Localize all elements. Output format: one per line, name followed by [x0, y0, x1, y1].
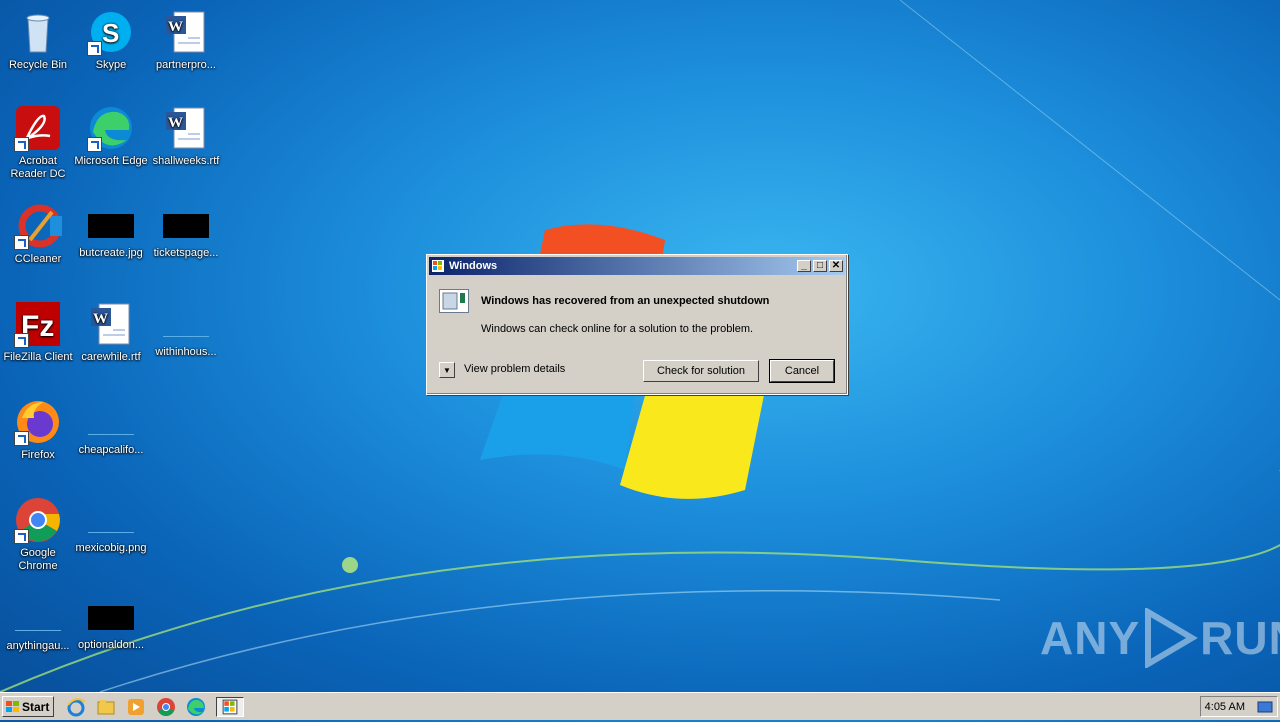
skype-icon: S — [87, 8, 135, 56]
chevron-down-icon: ▼ — [443, 365, 451, 375]
desktop-icon-label: Firefox — [21, 449, 55, 461]
word-document-icon: W — [162, 8, 210, 56]
taskbar: Start 4:05 AM — [0, 692, 1280, 720]
desktop-icon-ticketspage[interactable]: ticketspage... — [148, 202, 224, 260]
desktop-icon-mexicobig[interactable]: mexicobig.png — [73, 496, 149, 555]
desktop-icon-butcreate[interactable]: butcreate.jpg — [73, 202, 149, 260]
watermark-text-right: RUN — [1200, 612, 1280, 664]
start-label: Start — [22, 699, 50, 714]
recovery-dialog: Windows _ □ ✕ Windows has recovered from… — [426, 254, 848, 395]
desktop-icon-edge[interactable]: Microsoft Edge — [73, 104, 149, 168]
desktop-icon-label: Recycle Bin — [8, 59, 68, 71]
word-document-icon: W — [87, 300, 135, 348]
desktop-icon-chrome[interactable]: Google Chrome — [0, 496, 76, 573]
start-button[interactable]: Start — [2, 696, 54, 717]
desktop-icon-label: Google Chrome — [18, 547, 58, 572]
check-for-solution-button[interactable]: Check for solution — [643, 360, 759, 382]
minimize-button[interactable]: _ — [797, 260, 811, 272]
watermark-text-left: ANY — [1040, 612, 1141, 664]
maximize-button[interactable]: □ — [813, 260, 827, 272]
desktop-icon-ccleaner[interactable]: CCleaner — [0, 202, 76, 266]
windows-dialog-icon — [222, 699, 238, 715]
image-file-icon — [88, 214, 134, 238]
folder-icon — [97, 700, 115, 715]
cancel-button[interactable]: Cancel — [769, 359, 835, 383]
acrobat-reader-icon — [14, 104, 62, 152]
quick-launch — [66, 697, 244, 717]
taskbar-chrome[interactable] — [156, 697, 176, 717]
close-button[interactable]: ✕ — [829, 260, 843, 272]
desktop-icon-skype[interactable]: S Skype — [73, 8, 149, 72]
desktop-icon-partnerpro[interactable]: W partnerpro... — [148, 8, 224, 72]
file-icon — [15, 606, 61, 631]
desktop-icon-label: shallweeks.rtf — [152, 155, 220, 167]
svg-text:W: W — [93, 311, 108, 327]
image-file-icon — [88, 508, 134, 533]
windows-dialog-icon — [432, 260, 444, 272]
word-document-icon: W — [162, 104, 210, 152]
desktop-icon-label: optionaldon... — [77, 639, 145, 651]
chrome-icon — [14, 496, 62, 544]
desktop-icon-shallweeks[interactable]: W shallweeks.rtf — [148, 104, 224, 168]
desktop-icon-recycle-bin[interactable]: Recycle Bin — [0, 8, 76, 72]
dialog-titlebar[interactable]: Windows _ □ ✕ — [429, 257, 845, 275]
svg-text:W: W — [168, 19, 183, 35]
ccleaner-icon — [14, 202, 62, 250]
windows-flag-icon — [6, 700, 19, 712]
desktop-icon-optionaldon[interactable]: optionaldon... — [73, 594, 149, 652]
desktop-icon-label: CCleaner — [14, 253, 62, 265]
dialog-subtext: Windows can check online for a solution … — [481, 323, 754, 335]
error-report-icon — [439, 289, 469, 313]
desktop-icon-label: Acrobat Reader DC — [10, 155, 66, 180]
taskbar-edge[interactable] — [186, 697, 206, 717]
edge-icon — [87, 104, 135, 152]
desktop-icon-label: carewhile.rtf — [81, 351, 141, 363]
desktop-icon-label: Microsoft Edge — [74, 155, 148, 167]
file-icon — [88, 410, 134, 435]
recycle-bin-icon — [14, 8, 62, 56]
clock[interactable]: 4:05 AM — [1205, 701, 1245, 713]
taskbar-ie[interactable] — [66, 697, 86, 717]
desktop-icon-carewhile[interactable]: W carewhile.rtf — [73, 300, 149, 364]
taskbar-media-player[interactable] — [126, 697, 146, 717]
desktop-icon-label: withinhous... — [155, 346, 217, 358]
anyrun-watermark: ANY RUN — [1040, 608, 1280, 668]
desktop-icon-label: cheapcalifo... — [78, 444, 144, 456]
system-tray: 4:05 AM — [1200, 696, 1278, 717]
image-file-icon — [163, 214, 209, 238]
image-file-icon — [88, 606, 134, 630]
dialog-title: Windows — [449, 260, 498, 272]
desktop-icon-label: ticketspage... — [153, 247, 219, 259]
desktop-icon-label: butcreate.jpg — [79, 247, 143, 259]
firefox-icon — [14, 398, 62, 446]
desktop-icon-firefox[interactable]: Firefox — [0, 398, 76, 462]
desktop-icon-label: partnerpro... — [156, 59, 216, 71]
view-details-toggle[interactable]: ▼ — [439, 362, 455, 378]
desktop-icon-label: FileZilla Client — [3, 351, 73, 363]
desktop-icon-withinhous[interactable]: withinhous... — [148, 300, 224, 359]
desktop-icon-acrobat[interactable]: Acrobat Reader DC — [0, 104, 76, 181]
media-player-icon — [128, 699, 144, 715]
taskbar-windows-dialog[interactable] — [216, 697, 244, 717]
desktop-icon-label: mexicobig.png — [75, 542, 147, 554]
view-details-label[interactable]: View problem details — [464, 363, 565, 375]
chrome-icon — [157, 698, 175, 716]
file-icon — [163, 312, 209, 337]
show-desktop-icon[interactable] — [1257, 700, 1273, 714]
filezilla-icon: Fz — [14, 300, 62, 348]
edge-icon — [187, 698, 205, 716]
dialog-heading: Windows has recovered from an unexpected… — [481, 295, 770, 307]
desktop-icon-label: Skype — [95, 59, 127, 71]
svg-text:S: S — [102, 18, 119, 48]
desktop-icon-label: anythingau... — [6, 640, 70, 652]
play-icon — [1145, 608, 1199, 668]
internet-explorer-icon — [67, 698, 86, 717]
desktop-icon-filezilla[interactable]: Fz FileZilla Client — [0, 300, 76, 364]
taskbar-explorer[interactable] — [96, 697, 116, 717]
desktop-icon-anythingau[interactable]: anythingau... — [0, 594, 76, 653]
svg-text:W: W — [168, 115, 183, 131]
desktop-icon-cheapcalifo[interactable]: cheapcalifo... — [73, 398, 149, 457]
